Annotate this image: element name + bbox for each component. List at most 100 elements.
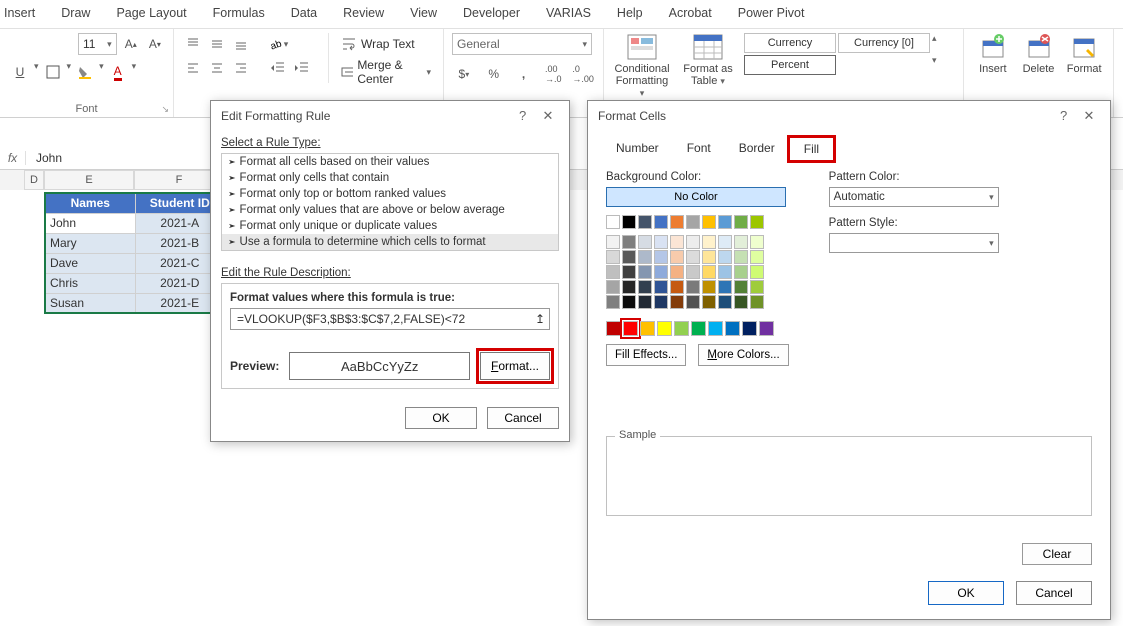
formula-value[interactable]: John [26,151,72,165]
ok-button[interactable]: OK [405,407,477,429]
accounting-format-icon[interactable]: $▾ [452,63,476,85]
color-swatch[interactable] [670,280,684,294]
color-swatch[interactable] [623,321,638,336]
rule-type-item[interactable]: Format only top or bottom ranked values [222,186,558,202]
color-swatch[interactable] [670,295,684,309]
orientation-icon[interactable]: ab▾ [266,33,290,55]
dialog-titlebar[interactable]: Edit Formatting Rule ? ✕ [211,101,569,131]
header-names[interactable]: Names [45,193,135,213]
tab-acrobat[interactable]: Acrobat [669,6,712,20]
format-button[interactable]: Format... [480,352,550,380]
decrease-decimal-icon[interactable]: .0→.00 [571,63,595,85]
font-size-input[interactable]: 11▾ [78,33,117,55]
color-swatch[interactable] [686,235,700,249]
color-swatch[interactable] [742,321,757,336]
color-swatch[interactable] [638,265,652,279]
color-swatch[interactable] [638,250,652,264]
color-swatch[interactable] [638,280,652,294]
color-swatch[interactable] [606,265,620,279]
color-swatch[interactable] [640,321,655,336]
align-top-icon[interactable] [182,33,204,55]
clear-button[interactable]: Clear [1022,543,1092,565]
color-swatch[interactable] [718,280,732,294]
color-swatch[interactable] [654,235,668,249]
color-swatch[interactable] [759,321,774,336]
wrap-text-button[interactable]: Wrap Text [337,33,435,55]
color-swatch[interactable] [670,215,684,229]
color-swatch[interactable] [606,280,620,294]
color-swatch[interactable] [686,295,700,309]
close-icon[interactable]: ✕ [537,108,559,124]
color-swatch[interactable] [638,215,652,229]
table-row[interactable]: Chris2021-D [45,273,225,293]
fill-effects-button[interactable]: Fill Effects... [606,344,686,366]
color-swatch[interactable] [750,235,764,249]
rule-type-list[interactable]: Format all cells based on their values F… [221,153,559,251]
color-swatch[interactable] [606,250,620,264]
no-color-button[interactable]: No Color [606,187,786,207]
color-swatch[interactable] [750,295,764,309]
color-swatch[interactable] [750,280,764,294]
color-swatch[interactable] [622,280,636,294]
more-colors-button[interactable]: More Colors... [698,344,788,366]
rule-type-item[interactable]: Format all cells based on their values [222,154,558,170]
tab-draw[interactable]: Draw [61,6,90,20]
color-swatch[interactable] [702,295,716,309]
tab-formulas[interactable]: Formulas [213,6,265,20]
styles-scroll-down-icon[interactable]: ▾ [932,55,937,75]
color-swatch[interactable] [654,265,668,279]
color-swatch[interactable] [734,250,748,264]
color-swatch[interactable] [734,265,748,279]
tab-data[interactable]: Data [291,6,317,20]
color-swatch[interactable] [606,321,621,336]
table-row[interactable]: Susan2021-E [45,293,225,313]
color-swatch[interactable] [657,321,672,336]
color-swatch[interactable] [702,280,716,294]
color-swatch[interactable] [718,215,732,229]
style-currency0[interactable]: Currency [0] [838,33,930,53]
increase-font-icon[interactable]: A▴ [121,33,141,55]
color-swatch[interactable] [702,235,716,249]
color-swatch[interactable] [691,321,706,336]
range-picker-icon[interactable]: ↥ [535,312,545,326]
color-swatch[interactable] [708,321,723,336]
styles-scroll-up-icon[interactable]: ▴ [932,33,937,53]
formula-input[interactable]: =VLOOKUP($F3,$B$3:$C$7,2,FALSE)<72 ↥ [230,308,550,330]
tab-border[interactable]: Border [725,137,789,161]
color-swatch[interactable] [702,215,716,229]
color-swatch[interactable] [750,265,764,279]
ok-button[interactable]: OK [928,581,1004,605]
cancel-button[interactable]: Cancel [487,407,559,429]
underline-icon[interactable]: U [8,61,32,83]
color-swatch[interactable] [622,265,636,279]
color-swatch[interactable] [670,235,684,249]
rule-type-item-selected[interactable]: Use a formula to determine which cells t… [222,234,558,250]
tab-help[interactable]: Help [617,6,643,20]
table-row[interactable]: Mary2021-B [45,233,225,253]
color-swatch[interactable] [718,250,732,264]
color-swatch[interactable] [606,215,620,229]
tab-fill[interactable]: Fill [789,137,834,161]
decrease-font-icon[interactable]: A▾ [145,33,165,55]
style-percent[interactable]: Percent [744,55,836,75]
color-swatch[interactable] [725,321,740,336]
color-swatch[interactable] [734,215,748,229]
col-header-d[interactable]: D [24,170,44,190]
color-swatch[interactable] [718,295,732,309]
color-swatch[interactable] [654,295,668,309]
tab-insert[interactable]: Insert [4,6,35,20]
align-middle-icon[interactable] [206,33,228,55]
number-format-select[interactable]: General▾ [452,33,592,55]
table-row[interactable]: John2021-A [45,213,225,233]
decrease-indent-icon[interactable] [266,57,290,79]
tab-page-layout[interactable]: Page Layout [116,6,186,20]
close-icon[interactable]: ✕ [1078,108,1100,124]
comma-format-icon[interactable]: , [512,63,536,85]
color-swatch[interactable] [674,321,689,336]
color-swatch[interactable] [734,280,748,294]
align-bottom-icon[interactable] [230,33,252,55]
color-swatch[interactable] [686,265,700,279]
help-icon[interactable]: ? [1053,108,1075,123]
merge-center-button[interactable]: Merge & Center ▾ [337,61,435,83]
font-color-icon[interactable]: A [106,61,130,83]
